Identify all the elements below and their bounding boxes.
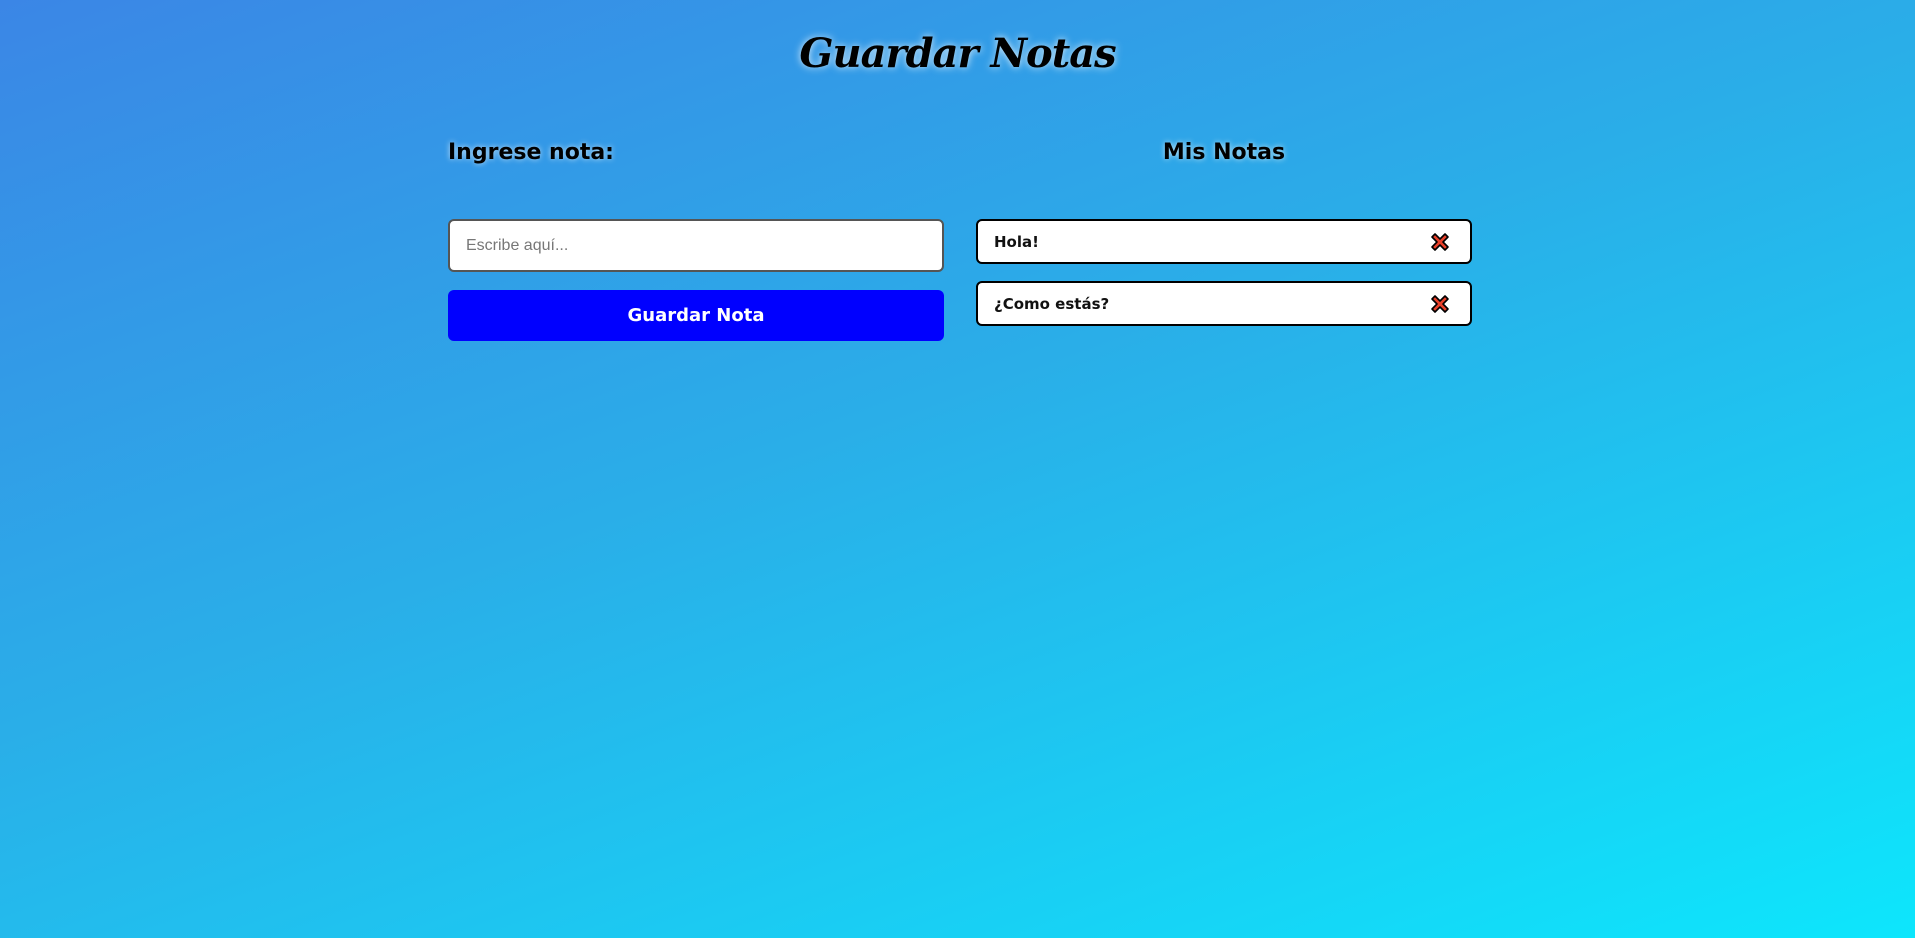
notes-panel: Mis Notas Hola! ¿Como estás? — [976, 140, 1472, 343]
notes-heading: Mis Notas — [1162, 140, 1286, 165]
close-icon — [1431, 232, 1449, 251]
delete-note-button[interactable] — [1428, 230, 1452, 254]
note-form: Ingrese nota: Guardar Nota — [448, 140, 944, 341]
save-note-button[interactable]: Guardar Nota — [448, 290, 944, 341]
delete-note-button[interactable] — [1428, 292, 1452, 316]
close-icon — [1431, 294, 1449, 313]
notes-list: Hola! ¿Como estás? — [976, 219, 1472, 326]
note-input[interactable] — [448, 219, 944, 272]
note-item: Hola! — [976, 219, 1472, 264]
note-item: ¿Como estás? — [976, 281, 1472, 326]
form-heading: Ingrese nota: — [448, 140, 614, 165]
note-text: ¿Como estás? — [994, 294, 1110, 313]
page-title: Guardar Notas — [799, 30, 1116, 77]
note-text: Hola! — [994, 232, 1039, 251]
